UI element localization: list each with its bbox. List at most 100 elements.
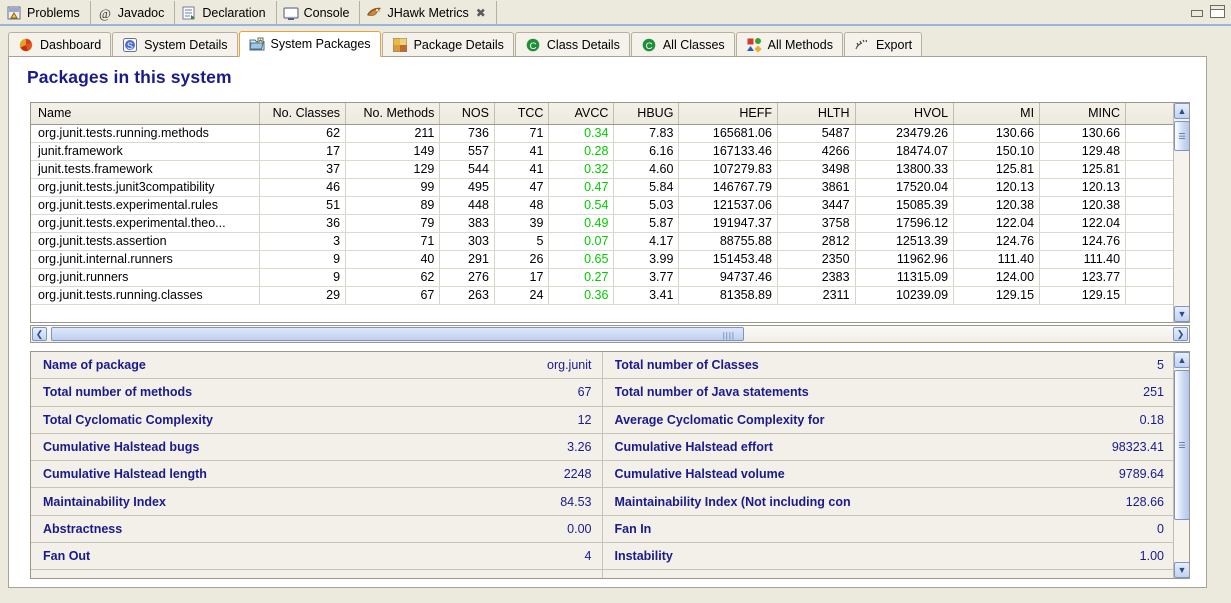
details-vertical-scrollbar[interactable]: ▲ ☰ ▼ <box>1173 352 1189 578</box>
view-tab-declaration[interactable]: Declaration <box>175 1 276 25</box>
details-scroll-down-arrow-icon[interactable]: ▼ <box>1174 562 1190 578</box>
scroll-left-arrow-icon[interactable]: ❮ <box>32 327 47 341</box>
cell-hbug: 4.60 <box>614 160 679 178</box>
column-header-mi[interactable]: MI <box>954 103 1040 124</box>
view-tab-console[interactable]: Console <box>277 1 361 25</box>
tab-all-methods[interactable]: All Methods <box>736 32 843 57</box>
cell-avcc: 0.47 <box>549 178 614 196</box>
table-row[interactable]: org.junit.tests.experimental.rules518944… <box>31 196 1189 214</box>
table-row[interactable]: org.junit.tests.running.methods622117367… <box>31 124 1189 142</box>
details-scroll-up-arrow-icon[interactable]: ▲ <box>1174 352 1190 368</box>
class-green-icon: C <box>641 37 657 53</box>
cell-mi: 122.04 <box>954 214 1040 232</box>
cell-methods: 99 <box>346 178 440 196</box>
details-row[interactable]: Distance0.00 <box>31 570 603 579</box>
table-vertical-scrollbar[interactable]: ▲ ☰ ▼ <box>1173 103 1189 322</box>
details-row[interactable]: Fan In0 <box>603 516 1175 543</box>
cell-hvol: 18474.07 <box>855 142 954 160</box>
details-label: Total Cyclomatic Complexity <box>43 413 213 427</box>
details-label: Total number of methods <box>43 385 192 399</box>
column-header-hbug[interactable]: HBUG <box>614 103 679 124</box>
table-row[interactable]: org.junit.tests.assertion37130350.074.17… <box>31 232 1189 250</box>
details-row[interactable]: Total number of Classes5 <box>603 352 1175 379</box>
details-row[interactable]: Fan Out4 <box>31 543 603 570</box>
details-row[interactable]: Average Cyclomatic Complexity for0.18 <box>603 407 1175 434</box>
pie-chart-icon <box>18 37 34 53</box>
details-row[interactable]: Name of packageorg.junit <box>31 352 603 379</box>
details-row[interactable]: Maintainability Index (Not including con… <box>603 488 1175 515</box>
cell-hbug: 7.83 <box>614 124 679 142</box>
view-tab-jhawk-metrics[interactable]: JHawk Metrics✖ <box>360 1 496 25</box>
details-vertical-scroll-thumb[interactable]: ☰ <box>1174 370 1190 520</box>
table-row[interactable]: org.junit.tests.running.classes296726324… <box>31 286 1189 304</box>
cell-nos: 303 <box>440 232 495 250</box>
tab-class-details[interactable]: CClass Details <box>515 32 630 57</box>
details-row[interactable]: Cumulative Halstead length2248 <box>31 461 603 488</box>
column-header-classes[interactable]: No. Classes <box>260 103 346 124</box>
details-row[interactable]: Cumulative Halstead volume9789.64 <box>603 461 1175 488</box>
table-row[interactable]: org.junit.runners962276170.273.7794737.4… <box>31 268 1189 286</box>
horizontal-scroll-thumb[interactable]: |||| <box>51 327 744 341</box>
tab-system-packages[interactable]: System Packages <box>239 31 381 57</box>
details-value: 128.66 <box>1114 495 1164 509</box>
cell-nos: 263 <box>440 286 495 304</box>
details-row[interactable]: Maintainability Index84.53 <box>31 488 603 515</box>
view-tab-javadoc[interactable]: @Javadoc <box>91 1 176 25</box>
vertical-scroll-thumb[interactable]: ☰ <box>1174 121 1190 151</box>
cell-hvol: 10239.09 <box>855 286 954 304</box>
details-row[interactable]: Instability1.00 <box>603 543 1175 570</box>
javadoc-icon: @ <box>97 5 113 21</box>
cell-hvol: 15085.39 <box>855 196 954 214</box>
view-tab-problems[interactable]: Problems <box>0 1 91 25</box>
tab-package-details[interactable]: Package Details <box>382 32 514 57</box>
details-value: 4 <box>573 549 592 563</box>
details-row[interactable]: Total number of methods67 <box>31 379 603 406</box>
scroll-right-arrow-icon[interactable]: ❯ <box>1173 327 1188 341</box>
scroll-down-arrow-icon[interactable]: ▼ <box>1174 306 1190 322</box>
cell-name: org.junit.tests.assertion <box>31 232 260 250</box>
cell-mi: 129.15 <box>954 286 1040 304</box>
details-value: 0.18 <box>1128 413 1164 427</box>
tab-export[interactable]: Export <box>844 32 922 57</box>
details-row[interactable]: Total Cyclomatic Complexity12 <box>31 407 603 434</box>
minimize-icon[interactable] <box>1191 10 1203 17</box>
tab-dashboard[interactable]: Dashboard <box>8 32 111 57</box>
cell-mi: 124.00 <box>954 268 1040 286</box>
table-row[interactable]: junit.tests.framework37129544410.324.601… <box>31 160 1189 178</box>
declaration-icon <box>181 5 197 21</box>
details-row[interactable]: Total number of Java statements251 <box>603 379 1175 406</box>
details-row[interactable]: Cumulative Halstead effort98323.41 <box>603 434 1175 461</box>
table-row[interactable]: org.junit.tests.junit3compatibility46994… <box>31 178 1189 196</box>
column-header-minc[interactable]: MINC <box>1040 103 1126 124</box>
scroll-up-arrow-icon[interactable]: ▲ <box>1174 103 1190 119</box>
column-header-hlth[interactable]: HLTH <box>777 103 855 124</box>
table-row[interactable]: junit.framework17149557410.286.16167133.… <box>31 142 1189 160</box>
tab-system-details[interactable]: SSystem Details <box>112 32 237 57</box>
table-row[interactable]: org.junit.tests.experimental.theo...3679… <box>31 214 1189 232</box>
column-header-nos[interactable]: NOS <box>440 103 495 124</box>
cell-classes: 3 <box>260 232 346 250</box>
cell-tcc: 5 <box>494 232 549 250</box>
details-row[interactable]: Abstractness0.00 <box>31 516 603 543</box>
column-header-name[interactable]: Name <box>31 103 260 124</box>
package-details-grid: Name of packageorg.junitTotal number of … <box>31 352 1174 578</box>
tab-all-classes[interactable]: CAll Classes <box>631 32 735 57</box>
details-label: Fan In <box>615 522 652 536</box>
column-header-heff[interactable]: HEFF <box>679 103 778 124</box>
packages-table-container: NameNo. ClassesNo. MethodsNOSTCCAVCCHBUG… <box>30 102 1190 323</box>
close-icon[interactable]: ✖ <box>476 6 486 20</box>
column-header-methods[interactable]: No. Methods <box>346 103 440 124</box>
cell-name: junit.tests.framework <box>31 160 260 178</box>
column-header-hvol[interactable]: HVOL <box>855 103 954 124</box>
cell-mi: 120.13 <box>954 178 1040 196</box>
maximize-icon[interactable] <box>1210 5 1225 18</box>
details-value: 98323.41 <box>1100 440 1164 454</box>
details-row[interactable]: Cumulative Halstead bugs3.26 <box>31 434 603 461</box>
table-horizontal-scrollbar[interactable]: ❮ |||| ❯ <box>30 325 1190 343</box>
table-row[interactable]: org.junit.internal.runners940291260.653.… <box>31 250 1189 268</box>
column-header-avcc[interactable]: AVCC <box>549 103 614 124</box>
details-row[interactable]: Maximum Cyclomatic Complexity for me5 <box>603 570 1175 579</box>
cell-nos: 383 <box>440 214 495 232</box>
column-header-tcc[interactable]: TCC <box>494 103 549 124</box>
cell-name: org.junit.tests.junit3compatibility <box>31 178 260 196</box>
